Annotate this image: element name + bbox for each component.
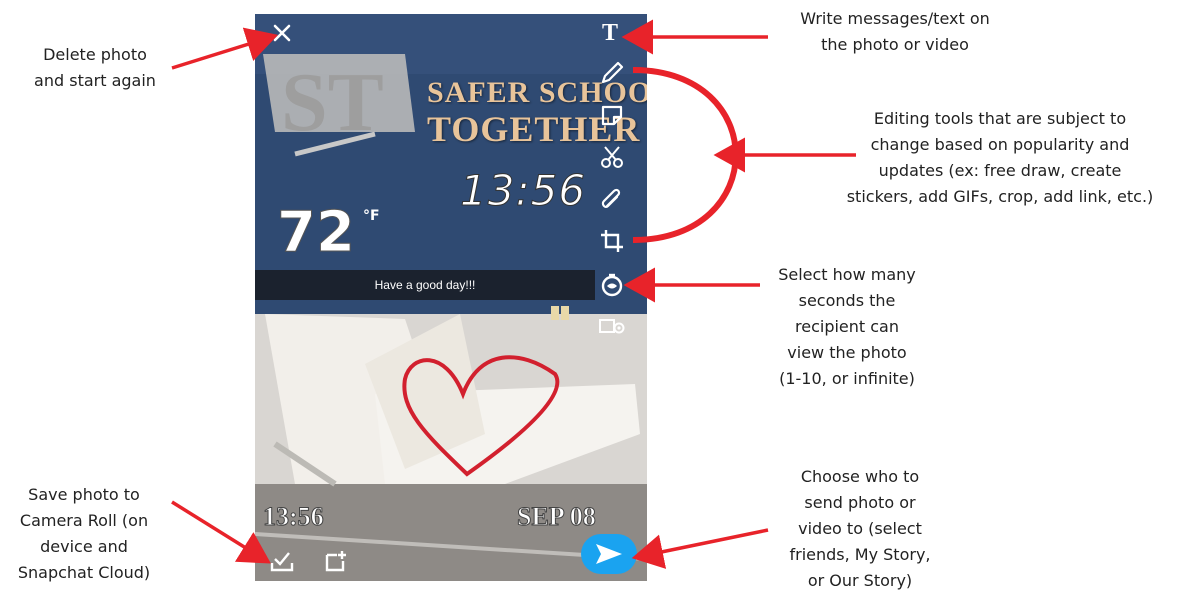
note-line: the photo or video xyxy=(821,35,969,54)
send-button[interactable] xyxy=(581,534,637,574)
note-line: change based on popularity and xyxy=(870,135,1130,154)
text-tool-icon[interactable]: T xyxy=(595,18,625,48)
note-line: stickers, add GIFs, crop, add link, etc.… xyxy=(846,187,1154,206)
note-line: Write messages/text on xyxy=(800,9,990,28)
note-save: Save photo to Camera Roll (on device and… xyxy=(4,482,164,586)
arrow-send xyxy=(631,528,769,569)
caption-text: Have a good day!!! xyxy=(374,278,476,292)
note-editing-tools: Editing tools that are subject to change… xyxy=(820,106,1180,210)
viewers-icon[interactable] xyxy=(597,312,627,342)
temperature-value: 72 xyxy=(277,200,356,266)
paperclip-icon[interactable] xyxy=(597,184,627,214)
note-line: Delete photo xyxy=(43,45,147,64)
bottom-time-sticker[interactable]: 13:56 xyxy=(263,502,325,532)
sticker-icon[interactable] xyxy=(597,100,627,130)
close-icon[interactable] xyxy=(267,18,297,48)
caption-bar[interactable]: Have a good day!!! xyxy=(255,270,595,300)
pencil-icon[interactable] xyxy=(597,58,627,88)
note-line: Choose who to xyxy=(800,467,920,486)
note-line: device and xyxy=(40,537,128,556)
note-text-tool: Write messages/text on the photo or vide… xyxy=(770,6,1020,58)
bottom-date-sticker[interactable]: SEP 08 xyxy=(517,502,597,532)
note-line: seconds the xyxy=(798,291,896,310)
note-line: video to (select xyxy=(798,519,922,538)
note-line: Select how many xyxy=(778,265,916,284)
timer-icon[interactable] xyxy=(597,270,627,300)
save-download-icon[interactable] xyxy=(267,546,297,576)
note-line: friends, My Story, xyxy=(789,545,931,564)
temperature-unit: °F xyxy=(363,208,380,224)
note-timer: Select how many seconds the recipient ca… xyxy=(762,262,932,392)
note-line: Editing tools that are subject to xyxy=(873,109,1127,128)
note-line: Camera Roll (on xyxy=(19,511,149,530)
note-line: Snapchat Cloud) xyxy=(17,563,151,582)
note-line: view the photo xyxy=(787,343,907,362)
note-line: recipient can xyxy=(795,317,899,336)
scissors-icon[interactable] xyxy=(597,142,627,172)
note-line: send photo or xyxy=(804,493,916,512)
temperature-sticker[interactable]: 72 °F xyxy=(277,200,380,266)
note-delete: Delete photo and start again xyxy=(20,42,170,94)
note-line: or Our Story) xyxy=(807,571,913,590)
snap-preview: ST SAFER SCHOOLS TOGETHER 13:56 72 °F Ha… xyxy=(255,14,647,581)
arrow-delete xyxy=(171,27,279,70)
arrow-save xyxy=(171,500,271,564)
add-story-icon[interactable] xyxy=(321,546,351,576)
note-line: updates (ex: free draw, create xyxy=(878,161,1122,180)
send-arrow-icon xyxy=(596,544,622,564)
note-line: and start again xyxy=(34,71,156,90)
time-sticker[interactable]: 13:56 xyxy=(459,166,586,216)
note-line: Save photo to xyxy=(28,485,140,504)
note-line: (1-10, or infinite) xyxy=(779,369,915,388)
editing-bracket xyxy=(632,67,739,243)
note-send: Choose who to send photo or video to (se… xyxy=(770,464,950,594)
crop-icon[interactable] xyxy=(597,226,627,256)
